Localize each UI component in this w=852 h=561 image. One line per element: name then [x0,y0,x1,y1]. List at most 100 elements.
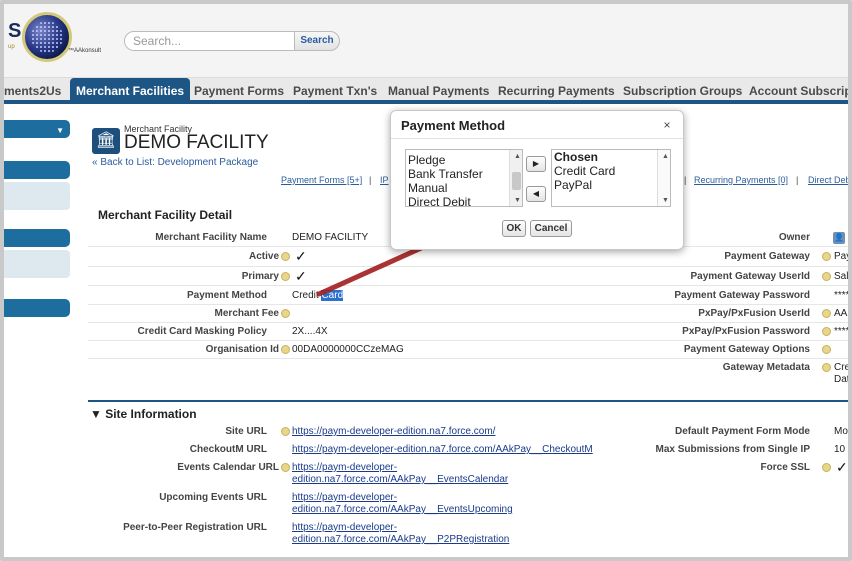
help-icon[interactable] [281,272,290,281]
label-force-ssl: Force SSL [760,462,810,473]
label-pxpay-password: PxPay/PxFusion Password [682,326,810,337]
globe-logo-icon [22,12,72,62]
label-upcoming-events-url: Upcoming Events URL [159,492,267,503]
link-events-calendar-url[interactable]: https://paym-developer- [292,462,397,473]
site-information-header[interactable]: ▼ Site Information [88,400,848,424]
scroll-up-icon[interactable]: ▲ [510,150,522,162]
value-payment-method-part: Credit [292,290,322,301]
sidebar-section-header [4,161,70,179]
scroll-up-icon[interactable]: ▲ [658,150,670,162]
page-title: DEMO FACILITY [124,132,269,153]
help-icon[interactable] [822,252,831,261]
scroll-down-icon[interactable]: ▼ [510,194,522,206]
link-checkoutm-url[interactable]: https://paym-developer-edition.na7.force… [292,444,593,455]
row-divider [88,322,848,323]
user-icon[interactable]: 👤 [833,232,845,244]
logo-small-text: up [8,44,15,50]
checkmark-icon: ✓ [295,268,307,284]
link-p2p-registration-url-2[interactable]: edition.na7.force.com/AAkPay__P2PRegistr… [292,534,509,545]
label-payment-gateway-userid: Payment Gateway UserId [690,271,811,282]
related-link-recurring-payments[interactable]: Recurring Payments [0] [694,175,788,185]
payment-method-dialog: Payment Method × Pledge Bank Transfer Ma… [390,110,684,250]
label-payment-gateway-options: Payment Gateway Options [683,344,810,355]
tab-account-subscriptions[interactable]: Account Subscripti [749,78,848,104]
value-pxpay-userid: AAK [834,308,848,319]
remove-button[interactable]: ◀ [526,186,546,202]
label-events-calendar-url: Events Calendar URL [177,462,279,473]
chosen-header: Chosen [554,150,599,164]
scrollbar[interactable]: ▲ ▼ [657,150,670,206]
label-primary: Primary [241,271,279,282]
available-options-list[interactable]: Pledge Bank Transfer Manual Direct Debit… [405,149,523,207]
back-to-list-link[interactable]: « Back to List: Development Package [92,157,258,168]
tab-merchant-facilities[interactable]: Merchant Facilities [70,78,191,104]
value-gateway-metadata: Cre [834,362,851,373]
value-max-submissions: 10 [834,444,846,455]
sidebar-section-header-2 [4,229,70,247]
related-link-payment-forms[interactable]: Payment Forms [5+] [281,175,362,185]
tab-manual-payments[interactable]: Manual Payments [388,78,489,104]
tab-subscription-groups[interactable]: Subscription Groups [623,78,742,104]
sidebar-dropdown[interactable]: ▼ [4,120,70,138]
link-site-url[interactable]: https://paym-developer-edition.na7.force… [292,426,495,437]
link-p2p-registration-url[interactable]: https://paym-developer- [292,522,397,533]
tab-payment-forms[interactable]: Payment Forms [194,78,284,104]
header: S up ™AAkonsult Search... Search [4,4,848,78]
close-icon[interactable]: × [659,117,675,133]
tab-bar: ments2Us Merchant Facilities Payment For… [4,78,848,104]
help-icon[interactable] [822,463,831,472]
sidebar-panel-2 [4,250,70,278]
help-icon[interactable] [822,363,831,372]
related-link-ip[interactable]: IP [380,175,389,185]
value-payment-gateway-password: **** [834,290,850,301]
help-icon[interactable] [281,427,290,436]
checkmark-icon: ✓ [836,459,848,475]
help-icon[interactable] [822,327,831,336]
help-icon[interactable] [281,252,290,261]
value-merchant-facility-name: DEMO FACILITY [292,232,369,243]
list-item[interactable]: Pledge [406,153,522,167]
help-icon[interactable] [822,272,831,281]
search-input[interactable]: Search... [124,31,296,51]
link-events-calendar-url-2[interactable]: edition.na7.force.com/AAkPay__EventsCale… [292,474,508,485]
link-upcoming-events-url-2[interactable]: edition.na7.force.com/AAkPay__EventsUpco… [292,504,513,515]
list-item[interactable]: Credit Card [552,164,670,178]
label-merchant-fee: Merchant Fee [214,308,279,319]
dialog-header: Payment Method × [391,111,683,139]
sidebar-section-header-3 [4,299,70,317]
tab-payment-txns[interactable]: Payment Txn's [293,78,377,104]
tab-recurring-payments[interactable]: Recurring Payments [498,78,615,104]
scrollbar[interactable]: ▲ ▼ [509,150,522,206]
ok-button[interactable]: OK [502,220,526,237]
help-icon[interactable] [822,345,831,354]
related-link-direct-debit[interactable]: Direct Deb [808,175,848,185]
link-upcoming-events-url[interactable]: https://paym-developer- [292,492,397,503]
chosen-options-list[interactable]: Chosen Credit Card PayPal ▲ ▼ [551,149,671,207]
label-default-payment-form-mode: Default Payment Form Mode [674,426,810,437]
value-payment-gateway: Pay [834,251,852,262]
scroll-thumb[interactable] [512,172,521,190]
label-p2p-registration-url: Peer-to-Peer Registration URL [123,522,267,533]
list-item[interactable]: Manual [406,181,522,195]
help-icon[interactable] [281,309,290,318]
detail-section-title: Merchant Facility Detail [98,208,233,222]
scroll-down-icon[interactable]: ▼ [658,194,670,206]
search-button[interactable]: Search [294,31,340,51]
label-payment-method: Payment Method [186,290,267,301]
site-information-label: Site Information [105,407,197,421]
add-button[interactable]: ▶ [526,156,546,172]
tab-payments2us[interactable]: ments2Us [4,78,61,104]
row-divider [88,358,848,359]
help-icon[interactable] [281,345,290,354]
help-icon[interactable] [281,463,290,472]
list-item[interactable]: Direct Debit [406,195,522,206]
logo-letter: S [8,20,22,42]
row-divider [88,304,848,305]
app-window: S up ™AAkonsult Search... Search ments2U… [0,0,852,561]
label-payment-gateway-password: Payment Gateway Password [674,290,810,301]
cancel-button[interactable]: Cancel [530,220,572,237]
help-icon[interactable] [822,309,831,318]
list-item[interactable]: Bank Transfer [406,167,522,181]
list-item[interactable]: PayPal [552,178,670,192]
value-payment-method[interactable]: Credit Card [292,290,344,301]
